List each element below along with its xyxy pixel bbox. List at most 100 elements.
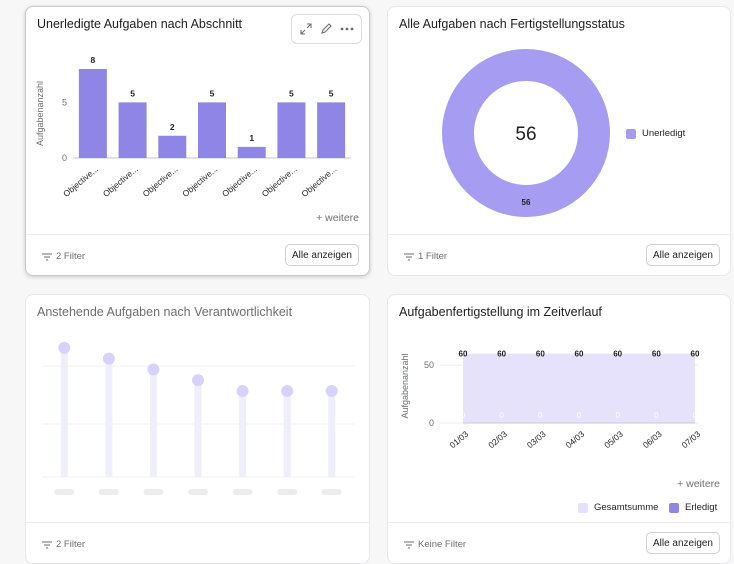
filter-icon (42, 253, 52, 260)
divider (388, 234, 730, 235)
x-tick-label: Objective... (141, 164, 180, 199)
total-value-label: 60 (459, 350, 468, 359)
divider (26, 522, 369, 523)
bar (317, 102, 346, 158)
card-upcoming-by-assignee[interactable]: Anstehende Aufgaben nach Verantwortlichk… (25, 294, 370, 564)
more-link[interactable]: + weitere (316, 212, 359, 224)
filter-icon (42, 541, 52, 548)
donut-center-value: 56 (515, 124, 536, 145)
lollipop-head (147, 363, 160, 376)
bar (118, 102, 147, 158)
legend-swatch (578, 502, 588, 513)
x-tick-label: 06/03 (641, 429, 664, 451)
bar (237, 146, 266, 158)
lollipop-head (58, 341, 71, 354)
x-tick-label: Objective... (101, 164, 140, 199)
x-tick-label: Objective... (61, 164, 100, 199)
filter-label[interactable]: 2 Filter (42, 251, 85, 262)
card-title: Alle Aufgaben nach Fertigstellungsstatus (399, 17, 625, 31)
card-tasks-by-status[interactable]: Alle Aufgaben nach Fertigstellungsstatus… (387, 6, 731, 276)
legend-item-done: Erledigt (669, 502, 717, 513)
y-tick-label: 50 (424, 360, 434, 370)
filter-icon (404, 541, 414, 548)
lollipop-stem (149, 369, 157, 477)
more-icon[interactable] (339, 21, 355, 37)
legend-swatch (669, 502, 679, 513)
x-tick-label: 01/03 (448, 429, 471, 451)
filter-label[interactable]: 2 Filter (42, 539, 85, 550)
legend-swatch (626, 128, 636, 139)
card-completion-over-time[interactable]: Aufgabenfertigstellung im Zeitverlauf Au… (387, 294, 731, 564)
lollipop-stem (105, 358, 113, 477)
divider (388, 522, 730, 523)
divider (26, 234, 369, 235)
filter-label[interactable]: Keine Filter (404, 539, 466, 550)
x-tick-label: Objective... (260, 164, 299, 199)
filter-count: 2 Filter (56, 539, 86, 550)
view-all-button[interactable]: Alle anzeigen (284, 244, 359, 266)
filter-count: 2 Filter (56, 251, 86, 262)
expand-icon[interactable] (298, 21, 314, 37)
lollipop-head (102, 352, 115, 365)
x-label-placeholder (98, 489, 119, 495)
view-all-button[interactable]: Alle anzeigen (645, 244, 720, 266)
y-tick-label: 0 (429, 418, 434, 428)
filter-label[interactable]: 1 Filter (404, 251, 447, 262)
pencil-icon[interactable] (318, 21, 334, 37)
total-value-label: 60 (497, 350, 506, 359)
card-incomplete-by-section[interactable]: Unerledigte Aufgaben nach Abschnitt Aufg… (25, 6, 370, 276)
done-value-label: 0 (693, 411, 698, 420)
lollipop-head (192, 374, 204, 387)
bar-chart: Aufgabenanzahl 0 5 8 Objective... 5 Objective.… (35, 55, 351, 199)
y-tick-label: 0 (62, 153, 67, 163)
card-toolbar (291, 14, 362, 44)
legend-label: Erledigt (685, 502, 718, 513)
done-value-label: 0 (538, 411, 543, 420)
done-value-label: 0 (499, 411, 504, 420)
bar-value-label: 5 (210, 88, 215, 98)
done-value-label: 0 (654, 411, 659, 420)
bar-value-label: 5 (130, 88, 135, 98)
filter-icon (404, 253, 414, 260)
more-link[interactable]: + weitere (677, 478, 720, 490)
done-value-label: 0 (461, 411, 466, 420)
legend-item-incomplete: Unerledigt (626, 128, 685, 139)
legend-item-total: Gesamtsumme (578, 502, 658, 513)
filter-count: Keine Filter (418, 539, 467, 550)
area-chart: Aufgabenanzahl 0 50 60 60 60 60 60 60 60 0 0 0 0 0 0 0 01… (400, 350, 703, 451)
total-value-label: 60 (536, 350, 545, 359)
done-value-label: 0 (615, 411, 620, 420)
y-axis-label: Aufgabenanzahl (400, 353, 410, 418)
view-all-button[interactable]: Alle anzeigen (645, 532, 720, 554)
bar-value-label: 5 (289, 88, 294, 98)
x-tick-label: 05/03 (602, 429, 625, 451)
bar (158, 135, 187, 158)
total-value-label: 60 (691, 350, 700, 359)
bar-value-label: 2 (170, 122, 175, 132)
x-label-placeholder (188, 489, 208, 495)
lollipop-head (281, 384, 294, 397)
x-tick-label: 07/03 (680, 429, 703, 451)
x-tick-label: 04/03 (564, 429, 587, 451)
legend-label: Gesamtsumme (594, 502, 659, 513)
card-title: Unerledigte Aufgaben nach Abschnitt (37, 17, 243, 31)
legend-label: Unerledigt (642, 128, 686, 139)
lollipop-chart (42, 341, 354, 495)
x-label-placeholder (321, 489, 342, 495)
filter-count: 1 Filter (418, 251, 448, 262)
bar (198, 102, 226, 158)
donut-chart: 56 56 (442, 49, 610, 217)
total-value-label: 60 (613, 350, 622, 359)
card-title: Aufgabenfertigstellung im Zeitverlauf (399, 305, 602, 319)
x-label-placeholder (277, 489, 298, 495)
y-tick-label: 5 (62, 97, 67, 107)
bar-value-label: 1 (249, 133, 254, 143)
lollipop-stem (194, 380, 202, 477)
x-tick-label: Objective... (220, 164, 259, 199)
bar (277, 102, 306, 158)
card-title: Anstehende Aufgaben nach Verantwortlichk… (37, 305, 293, 319)
lollipop-stem (60, 347, 68, 477)
x-label-placeholder (143, 489, 164, 495)
lollipop-stem (283, 390, 291, 477)
x-label-placeholder (232, 489, 253, 495)
